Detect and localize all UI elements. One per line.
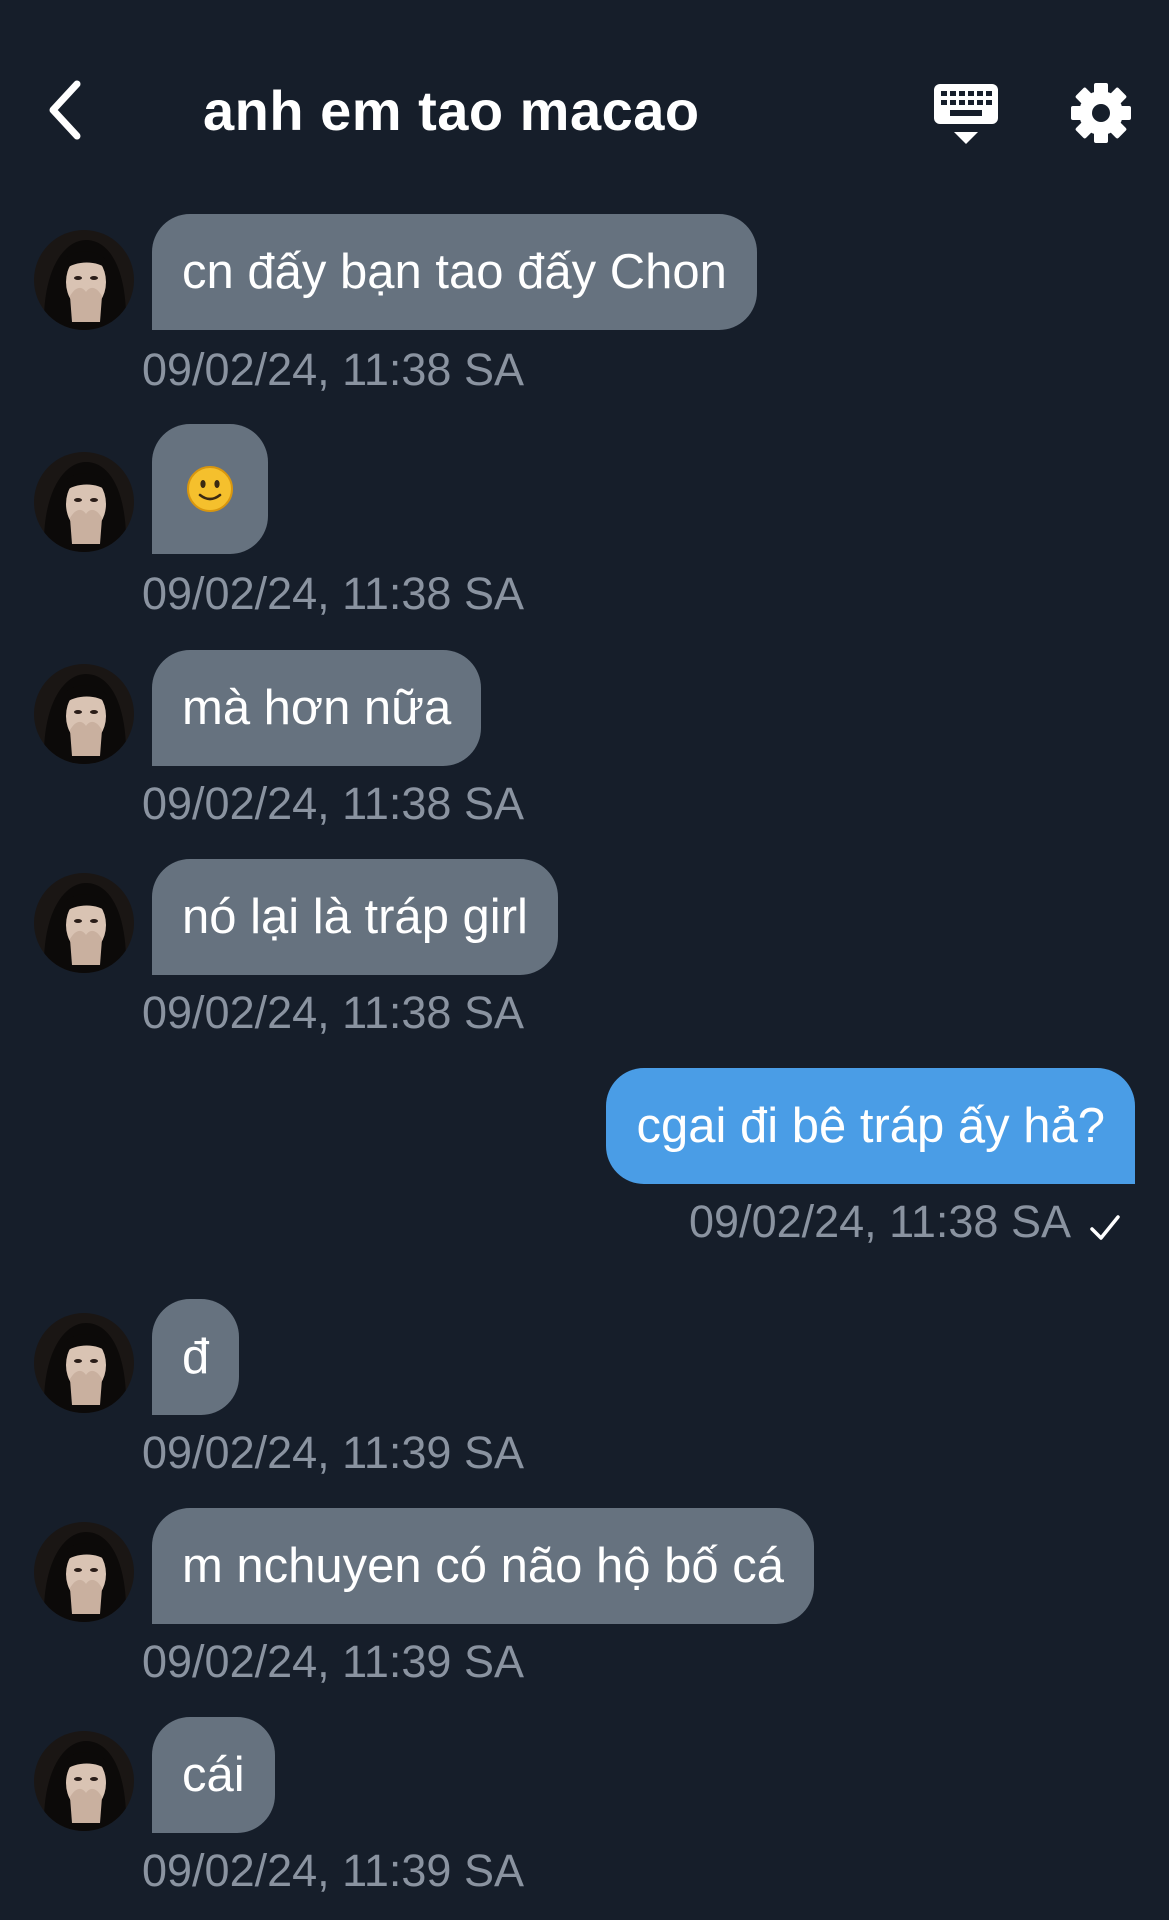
message-bubble[interactable]: mà hơn nữa (152, 650, 482, 766)
message-timestamp: 09/02/24, 11:38 SA (142, 568, 524, 619)
message-timestamp: 09/02/24, 11:38 SA (142, 344, 524, 395)
message-timestamp: 09/02/24, 11:39 SA (142, 1427, 524, 1478)
message-bubble[interactable]: nó lại là tráp girl (152, 859, 558, 975)
avatar[interactable] (34, 1731, 134, 1831)
message-bubble[interactable]: cái (152, 1717, 275, 1833)
settings-button[interactable] (1068, 80, 1134, 146)
avatar-photo (34, 1731, 134, 1831)
chat-header: anh em tao macao (0, 0, 1169, 200)
avatar[interactable] (34, 230, 134, 330)
message-bubble-outgoing[interactable]: cgai đi bê tráp ấy hả? (606, 1068, 1135, 1184)
message-timestamp: 09/02/24, 11:39 SA (142, 1636, 524, 1687)
gear-icon (1071, 83, 1131, 143)
avatar-photo (34, 873, 134, 973)
message-timestamp: 09/02/24, 11:38 SA (689, 1196, 1071, 1247)
avatar[interactable] (34, 1313, 134, 1413)
message-timestamp: 09/02/24, 11:38 SA (142, 778, 524, 829)
avatar[interactable] (34, 873, 134, 973)
avatar-photo (34, 1522, 134, 1622)
avatar-photo (34, 230, 134, 330)
back-button[interactable] (30, 70, 100, 150)
avatar[interactable] (34, 452, 134, 552)
avatar-photo (34, 1313, 134, 1413)
message-bubble[interactable]: m nchuyen có não hộ bố cá (152, 1508, 815, 1624)
avatar-photo (34, 664, 134, 764)
message-bubble[interactable]: đ (152, 1299, 240, 1415)
slightly-smiling-face-icon (187, 466, 233, 512)
message-bubble[interactable]: 🙂 (152, 424, 268, 554)
avatar[interactable] (34, 1522, 134, 1622)
chevron-left-icon (49, 80, 81, 140)
chat-title: anh em tao macao (203, 79, 700, 142)
avatar[interactable] (34, 664, 134, 764)
keyboard-icon (934, 84, 998, 144)
message-timestamp: 09/02/24, 11:38 SA (142, 987, 524, 1038)
message-timestamp: 09/02/24, 11:39 SA (142, 1845, 524, 1896)
keyboard-button[interactable] (930, 80, 1002, 148)
check-icon (1090, 1215, 1120, 1240)
avatar-photo (34, 452, 134, 552)
message-bubble[interactable]: cn đấy bạn tao đấy Chon (152, 214, 757, 330)
